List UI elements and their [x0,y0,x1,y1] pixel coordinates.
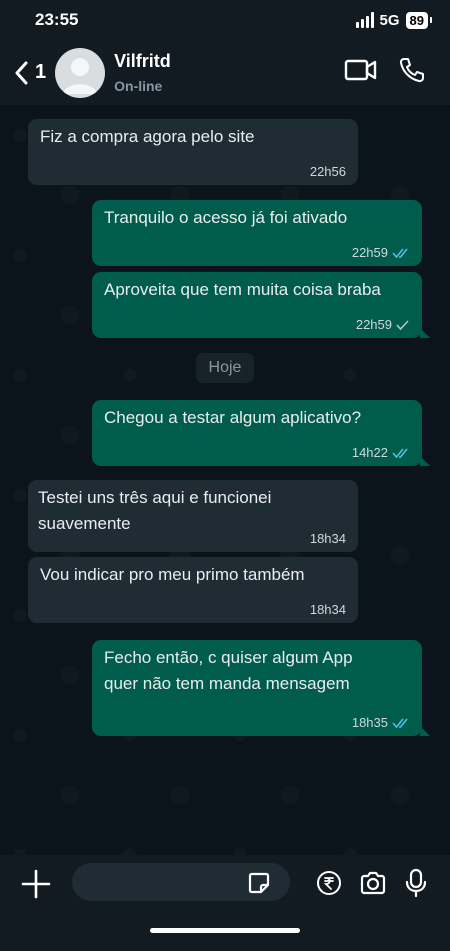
voice-call-icon[interactable] [398,56,426,89]
message-bubble-incoming[interactable]: Fiz a compra agora pelo site 22h56 [28,119,358,185]
contact-info[interactable]: Vilfritd On-line [114,51,171,94]
back-arrow-icon[interactable] [10,58,32,88]
message-time: 18h34 [309,531,346,546]
double-check-read-icon [392,718,408,729]
message-meta: 22h56 [310,164,346,180]
message-time: 14h22 [351,445,388,460]
camera-icon[interactable] [359,869,387,897]
message-text: Testei uns três aqui e funcionei suaveme… [38,488,272,533]
status-time: 23:55 [35,10,79,29]
composer-bar [0,855,450,951]
message-meta: 18h34 [310,531,346,547]
chat-area[interactable]: Fiz a compra agora pelo site 22h56 Tranq… [0,105,450,855]
message-text: Chegou a testar algum aplicativo? [104,408,362,427]
contact-status: On-line [114,78,163,94]
message-time: 18h35 [351,715,388,730]
message-meta: 22h59 [356,317,410,333]
default-avatar-icon [63,57,98,94]
message-meta: 18h35 [352,715,410,731]
message-bubble-incoming[interactable]: Testei uns três aqui e funcionei suaveme… [28,480,358,552]
unread-count[interactable]: 1 [35,61,46,84]
battery-icon: 89 [405,11,433,29]
message-time: 22h56 [309,164,346,179]
signal-icon [355,12,374,28]
network-label: 5G [379,11,400,29]
home-indicator [150,928,300,933]
microphone-icon[interactable] [405,868,427,898]
message-bubble-outgoing[interactable]: Tranquilo o acesso já foi ativado 22h59 [92,200,422,266]
message-time: 18h34 [309,602,346,617]
message-bubble-outgoing[interactable]: Aproveita que tem muita coisa braba 22h5… [92,272,430,338]
message-bubble-incoming[interactable]: Vou indicar pro meu primo também 18h34 [28,557,358,623]
message-meta: 22h59 [352,245,410,261]
message-meta: 14h22 [352,445,410,461]
chat-header: 1 Vilfritd On-line [0,40,450,105]
sticker-icon[interactable] [246,870,272,896]
message-bubble-outgoing[interactable]: Fecho então, c quiser algum App quer não… [92,640,430,736]
double-check-read-icon [392,448,408,459]
date-divider: Hoje [196,353,254,383]
status-bar: 23:55 5G 89 [0,0,450,40]
video-call-icon[interactable] [344,58,378,87]
plus-icon[interactable] [20,868,52,900]
message-text: Fiz a compra agora pelo site [40,127,255,146]
single-check-sent-icon [396,320,409,331]
avatar[interactable] [55,47,106,98]
message-text: Fecho então, c quiser algum App quer não… [104,648,353,693]
message-time: 22h59 [351,245,388,260]
rupee-payment-icon[interactable] [316,870,342,896]
message-time: 22h59 [355,317,392,332]
message-text: Aproveita que tem muita coisa braba [104,280,381,299]
message-text: Vou indicar pro meu primo também [40,565,305,584]
double-check-read-icon [392,248,408,259]
contact-name: Vilfritd [114,51,171,71]
message-bubble-outgoing[interactable]: Chegou a testar algum aplicativo? 14h22 [92,400,430,466]
status-indicators: 5G 89 [355,11,433,29]
message-text: Tranquilo o acesso já foi ativado [104,208,348,227]
header-actions [344,56,450,89]
message-meta: 18h34 [310,602,346,618]
